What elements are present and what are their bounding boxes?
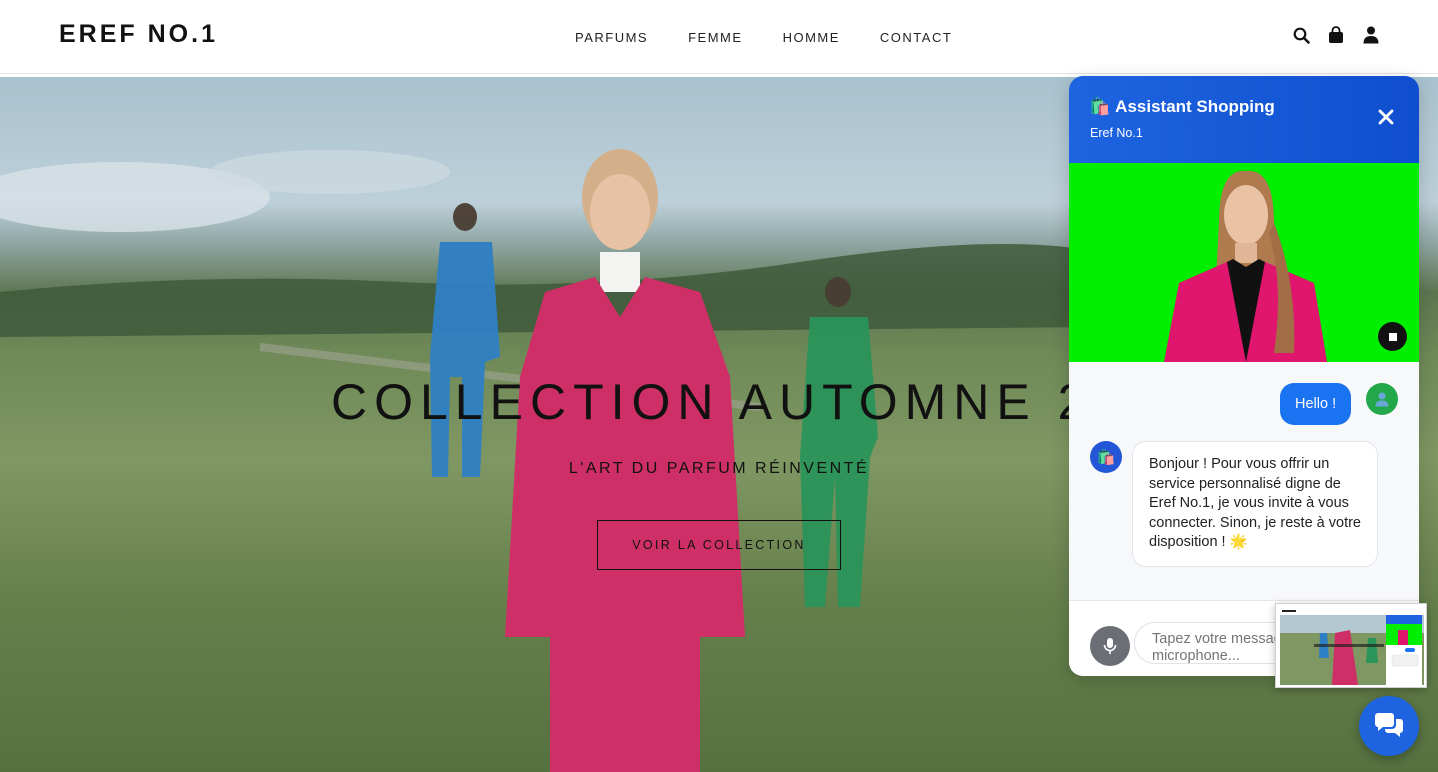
assistant-avatar [1164, 170, 1327, 362]
hero-title: COLLECTION AUTOMNE 202 [331, 374, 1163, 430]
bot-message: Bonjour ! Pour vous offrir un service pe… [1132, 441, 1378, 567]
site-header: EREF NO.1 PARFUMS FEMME HOMME CONTACT [0, 0, 1438, 74]
main-nav: PARFUMS FEMME HOMME CONTACT [575, 30, 952, 45]
header-actions [1292, 26, 1380, 44]
screen-preview-image [1280, 608, 1424, 685]
nav-item-parfums[interactable]: PARFUMS [575, 30, 648, 45]
site-logo[interactable]: EREF NO.1 [59, 20, 218, 49]
user-message: Hello ! [1280, 383, 1352, 425]
chat-widget: 🛍️ Assistant Shopping Eref No.1 Hello ! … [1069, 76, 1419, 676]
screen-preview-thumbnail[interactable] [1275, 603, 1427, 688]
shopping-bags-icon: 🛍️ [1089, 97, 1111, 116]
nav-item-contact[interactable]: CONTACT [880, 30, 952, 45]
chat-header: 🛍️ Assistant Shopping Eref No.1 [1069, 76, 1419, 163]
search-icon[interactable] [1292, 26, 1310, 44]
shopping-bag-icon[interactable] [1327, 26, 1345, 44]
chat-bubbles-icon [1375, 713, 1403, 737]
microphone-icon [1103, 638, 1117, 654]
microphone-button[interactable] [1090, 626, 1130, 666]
bot-avatar-icon: 🛍️ [1090, 441, 1122, 473]
open-chat-button[interactable] [1359, 696, 1419, 756]
view-collection-button[interactable]: VOIR LA COLLECTION [597, 520, 841, 570]
user-avatar-icon [1366, 383, 1398, 415]
user-icon[interactable] [1362, 26, 1380, 44]
stop-icon [1388, 332, 1397, 341]
close-icon[interactable] [1377, 108, 1395, 126]
chat-subtitle: Eref No.1 [1090, 126, 1143, 140]
avatar-video [1069, 163, 1419, 362]
stop-video-button[interactable] [1378, 322, 1407, 351]
chat-messages: Hello ! 🛍️ Bonjour ! Pour vous offrir un… [1069, 362, 1419, 600]
model-blue [430, 203, 500, 477]
nav-item-homme[interactable]: HOMME [783, 30, 840, 45]
chat-title: 🛍️ Assistant Shopping [1089, 97, 1275, 117]
nav-item-femme[interactable]: FEMME [688, 30, 742, 45]
chat-title-text: Assistant Shopping [1115, 97, 1275, 116]
